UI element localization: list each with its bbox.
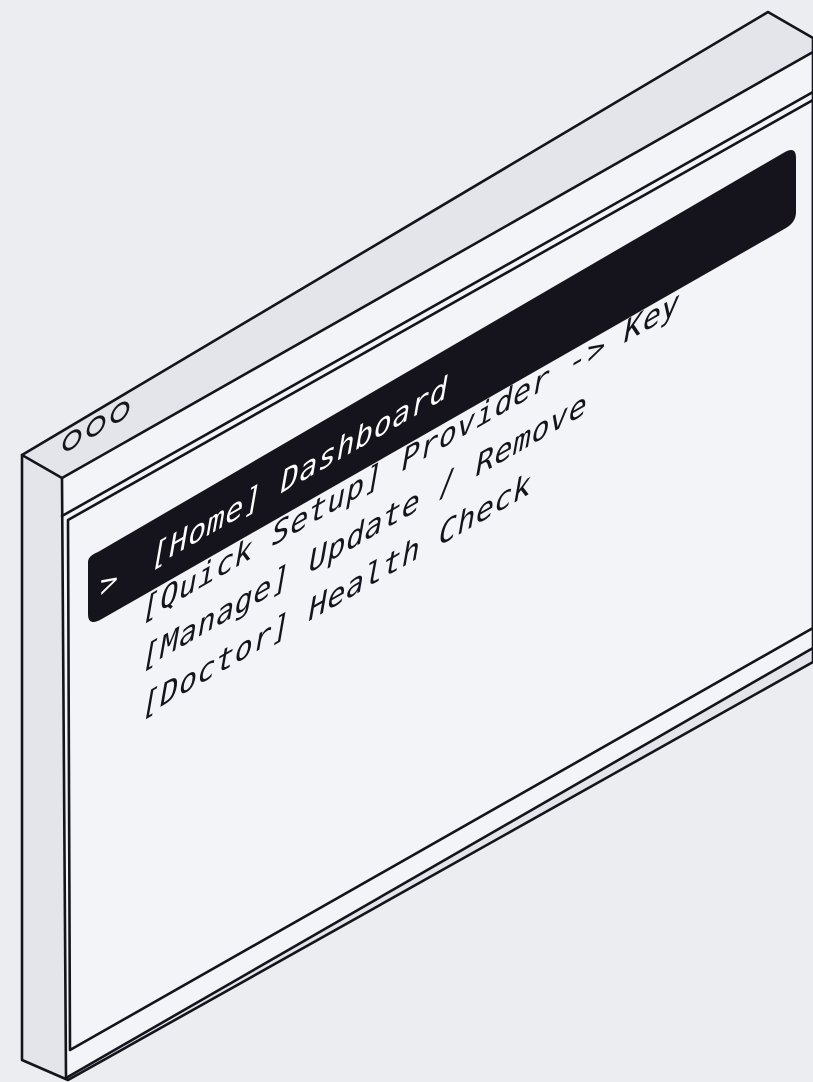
illustration-stage: > [Home] Dashboard [Quick Setup] Provide…: [0, 0, 813, 1082]
terminal-window-illustration: > [Home] Dashboard [Quick Setup] Provide…: [20, 10, 813, 1082]
